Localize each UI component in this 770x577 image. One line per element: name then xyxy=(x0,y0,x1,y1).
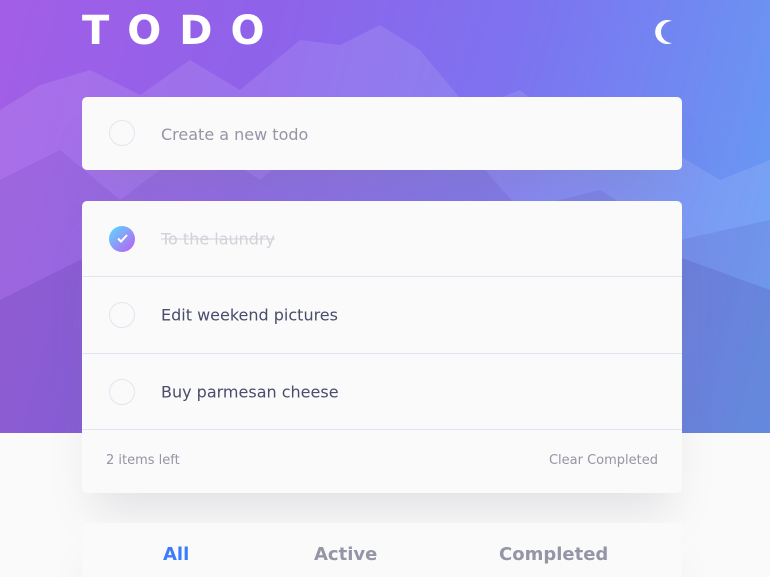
todo-text: Buy parmesan cheese xyxy=(161,382,339,401)
todo-list: To the laundry Edit weekend pictures Buy… xyxy=(82,201,682,493)
list-footer: 2 items left Clear Completed xyxy=(82,429,682,493)
items-left-count: 2 items left xyxy=(106,453,180,468)
filter-active-button[interactable]: Active xyxy=(314,544,377,565)
check-icon xyxy=(116,234,128,243)
app-title: TODO xyxy=(82,8,283,54)
moon-icon xyxy=(655,20,672,44)
todo-text: Edit weekend pictures xyxy=(161,305,338,325)
todo-text: To the laundry xyxy=(161,229,276,248)
create-todo-input[interactable] xyxy=(161,121,641,147)
todo-checkbox[interactable] xyxy=(109,378,135,405)
filter-all-button[interactable]: All xyxy=(163,544,189,565)
todo-item[interactable]: To the laundry xyxy=(82,201,682,277)
todo-item[interactable]: Buy parmesan cheese xyxy=(82,354,682,430)
theme-toggle-button[interactable] xyxy=(654,16,686,48)
todo-checkbox-checked[interactable] xyxy=(109,225,135,252)
filter-bar: All Active Completed xyxy=(82,523,682,577)
filter-completed-button[interactable]: Completed xyxy=(499,544,608,565)
todo-item[interactable]: Edit weekend pictures xyxy=(82,277,682,354)
clear-completed-button[interactable]: Clear Completed xyxy=(549,453,658,468)
create-checkbox[interactable] xyxy=(109,120,135,146)
todo-checkbox[interactable] xyxy=(109,302,135,328)
create-todo-card xyxy=(82,97,682,170)
